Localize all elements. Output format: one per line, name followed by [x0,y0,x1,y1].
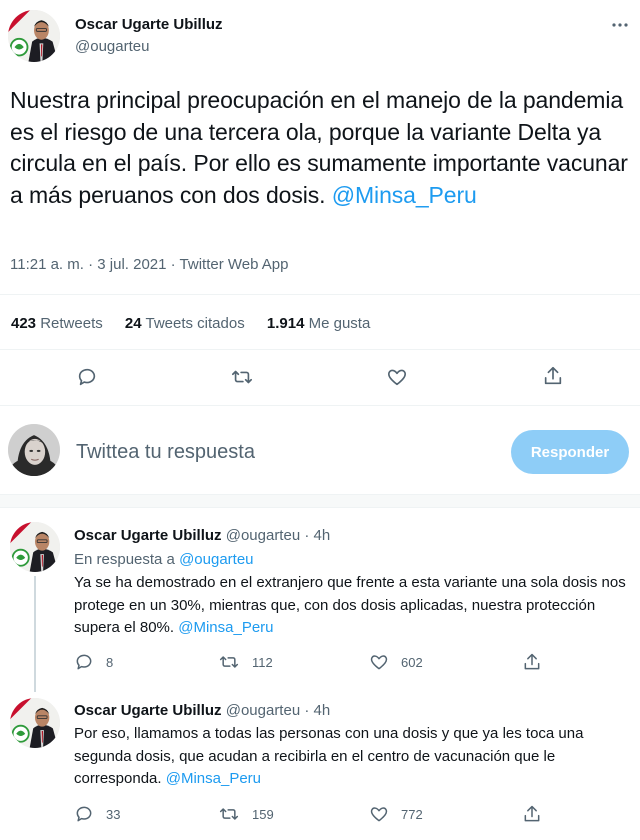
like-icon [370,655,388,670]
tweet-text: Nuestra principal preocupación en el man… [10,85,630,211]
author-name[interactable]: Oscar Ugarte Ubilluz [75,16,223,33]
share-icon [524,653,540,670]
tweet-body: Nuestra principal preocupación en el man… [10,87,628,208]
share-icon [524,805,540,822]
author-handle[interactable]: @ougarteu [75,38,149,55]
likes-label: Me gusta [308,315,371,332]
share-icon[interactable] [542,365,564,392]
retweets-label: Retweets [40,315,103,332]
like-count: 602 [401,654,423,670]
reply-count: 33 [106,806,121,822]
tweet-mention-link[interactable]: @Minsa_Peru [332,182,477,208]
retweets-stat[interactable]: 423 Retweets [11,315,103,332]
reply-action-like[interactable]: 602 [369,652,423,672]
reply-header: Oscar Ugarte Ubilluz @ougarteu · 4h [74,527,330,544]
more-options-icon[interactable] [610,18,630,30]
likes-count: 1.914 [266,315,305,332]
like-icon [370,807,388,822]
reply-time[interactable]: · 4h [304,702,330,719]
reply-author-handle[interactable]: @ougarteu [226,527,300,544]
quotes-stat[interactable]: 24 Tweets citados [125,315,245,332]
reply-body: Ya se ha demostrado en el extranjero que… [74,574,626,636]
reply-action-share[interactable] [522,652,542,677]
divider [0,349,640,350]
tweet-stats: 423 Retweets 24 Tweets citados 1.914 Me … [11,315,370,332]
retweet-icon [219,656,239,668]
reply-action-retweet[interactable]: 112 [218,652,273,672]
quotes-label: Tweets citados [145,315,245,332]
divider [0,507,640,508]
reply-count: 8 [106,654,114,670]
reply-author-avatar-image [10,522,60,572]
reply-action-share[interactable] [522,804,542,829]
reply-author-avatar[interactable] [10,522,60,572]
reply-icon [76,654,92,670]
reply-header: Oscar Ugarte Ubilluz @ougarteu · 4h [74,702,330,719]
likes-stat[interactable]: 1.914 Me gusta [267,315,370,332]
quotes-count: 24 [124,315,142,332]
reply-author-handle[interactable]: @ougarteu [226,702,300,719]
reply-action-reply[interactable]: 33 [74,804,120,824]
reply-time[interactable]: · 4h [304,527,330,544]
reply-button[interactable]: Responder [511,430,629,474]
reply-mention-link[interactable]: @Minsa_Peru [166,770,261,787]
reply-action-like[interactable]: 772 [369,804,423,824]
retweet-icon[interactable] [230,366,254,393]
retweet-count: 112 [252,654,273,670]
reply-input[interactable]: Twittea tu respuesta [76,441,255,464]
reply-mention-link[interactable]: @Minsa_Peru [178,619,273,636]
reply-body: Por eso, llamamos a todas las personas c… [74,725,584,787]
reply-action-reply[interactable]: 8 [74,652,113,672]
in-reply-to: En respuesta a @ougarteu [74,551,254,568]
reply-text: Ya se ha demostrado en el extranjero que… [74,572,630,640]
retweet-icon [219,808,239,820]
author-avatar-image [8,10,60,62]
reply-icon[interactable] [76,366,98,393]
retweet-count: 159 [252,806,274,822]
reply-action-retweet[interactable]: 159 [218,804,274,824]
user-avatar[interactable] [8,424,60,476]
reply-author-avatar-image [10,698,60,748]
reply-author-name[interactable]: Oscar Ugarte Ubilluz [74,702,222,719]
reply-text: Por eso, llamamos a todas las personas c… [74,723,630,791]
author-avatar[interactable] [8,10,60,62]
reply-author-name[interactable]: Oscar Ugarte Ubilluz [74,527,222,544]
section-separator [0,495,640,507]
retweets-count: 423 [11,315,37,332]
like-icon[interactable] [386,366,408,393]
thread-line [34,576,36,692]
user-avatar-image [8,424,60,476]
like-count: 772 [401,806,423,822]
divider [0,294,640,295]
divider [0,405,640,406]
reply-icon [76,806,92,822]
tweet-timestamp[interactable]: 11:21 a. m. · 3 jul. 2021 · Twitter Web … [10,256,288,273]
reply-author-avatar[interactable] [10,698,60,748]
in-reply-to-handle[interactable]: @ougarteu [179,551,253,568]
in-reply-to-label: En respuesta a [74,551,175,568]
